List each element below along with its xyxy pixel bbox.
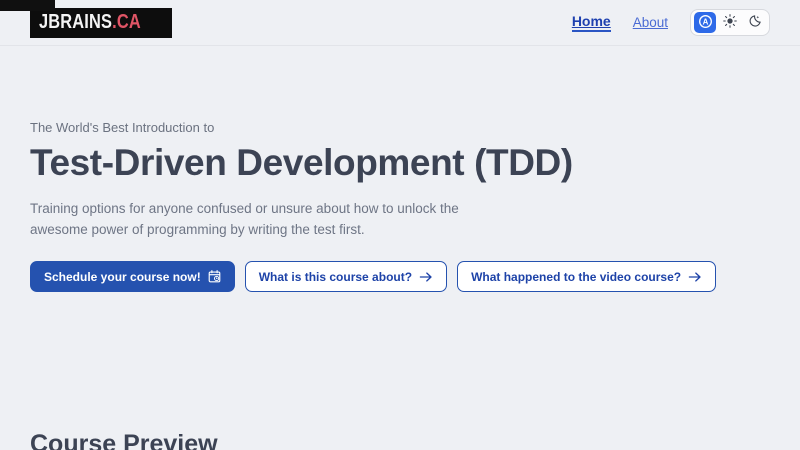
sun-icon <box>723 14 737 31</box>
hero-buttons: Schedule your course now! What is this c… <box>30 261 770 292</box>
site-header: JBRAINS.CA Home About A <box>0 0 800 46</box>
course-about-label: What is this course about? <box>259 270 412 284</box>
hero-section: The World's Best Introduction to Test-Dr… <box>0 46 800 292</box>
moon-stars-icon <box>748 14 762 31</box>
course-preview-heading: Course Preview <box>30 430 800 450</box>
hero-description: Training options for anyone confused or … <box>30 198 462 240</box>
auto-theme-icon: A <box>698 14 713 32</box>
page-title: Test-Driven Development (TDD) <box>30 141 770 185</box>
site-logo[interactable]: JBRAINS.CA <box>30 8 172 38</box>
hero-eyebrow: The World's Best Introduction to <box>30 120 770 136</box>
site-logo-text: JBRAINS.CA <box>39 11 141 34</box>
main-nav: Home About <box>572 13 668 32</box>
schedule-course-label: Schedule your course now! <box>44 270 201 284</box>
schedule-course-button[interactable]: Schedule your course now! <box>30 261 235 292</box>
logo-text-primary: JBRAINS <box>39 11 112 33</box>
nav-link-home[interactable]: Home <box>572 13 611 32</box>
theme-toggle-group: A <box>690 9 770 36</box>
header-right: Home About A <box>572 9 770 36</box>
skip-link-partial[interactable] <box>0 0 55 11</box>
nav-link-about[interactable]: About <box>633 15 668 30</box>
logo-text-suffix: .CA <box>112 11 141 33</box>
arrow-right-icon <box>688 271 702 283</box>
course-about-button[interactable]: What is this course about? <box>245 261 447 292</box>
svg-text:A: A <box>702 17 708 26</box>
calendar-icon <box>208 270 221 283</box>
theme-light-button[interactable] <box>719 12 741 33</box>
theme-auto-button[interactable]: A <box>694 12 716 33</box>
video-course-label: What happened to the video course? <box>471 270 681 284</box>
theme-dark-button[interactable] <box>744 12 766 33</box>
video-course-button[interactable]: What happened to the video course? <box>457 261 716 292</box>
arrow-right-icon <box>419 271 433 283</box>
